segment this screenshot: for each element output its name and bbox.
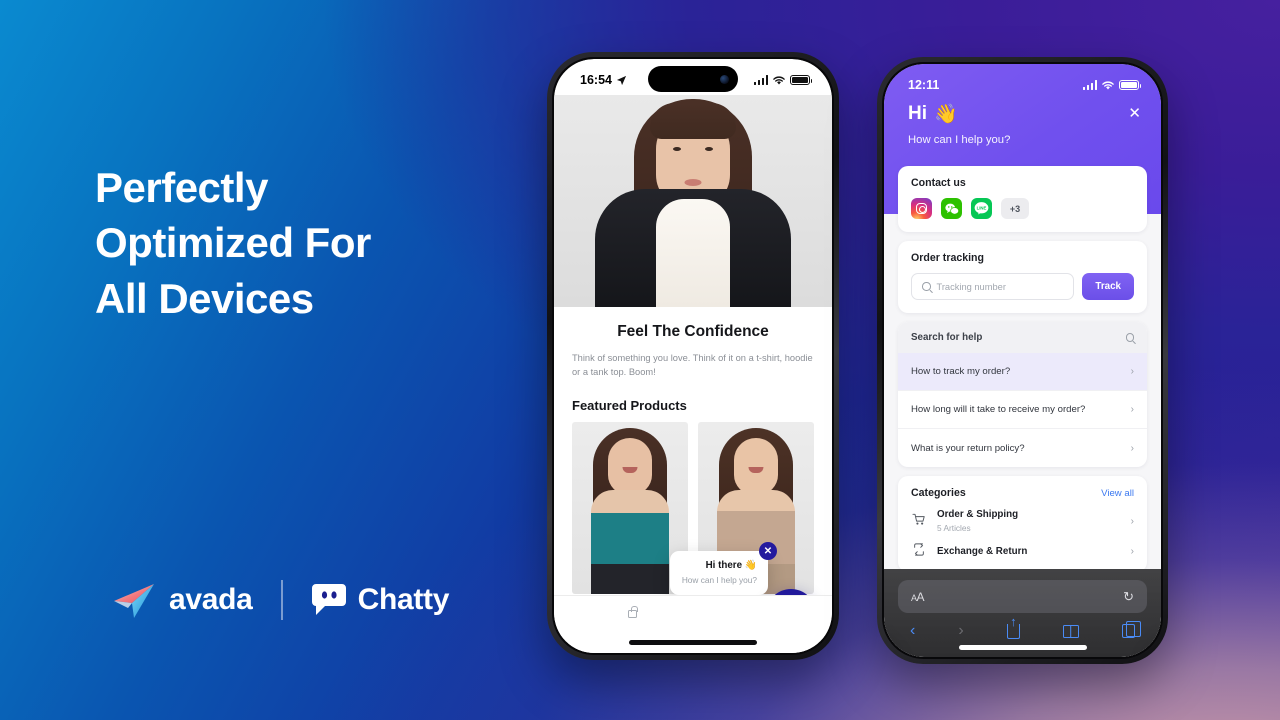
cellular-bars-icon xyxy=(753,75,768,85)
chevron-right-icon: › xyxy=(1130,515,1134,527)
tracking-number-placeholder: Tracking number xyxy=(936,281,1006,292)
logo-divider xyxy=(280,580,283,620)
front-camera-icon xyxy=(720,74,729,84)
home-indicator xyxy=(958,645,1087,650)
search-for-help-placeholder: Search for help xyxy=(911,332,983,343)
faq-item[interactable]: How long will it take to receive my orde… xyxy=(898,391,1147,429)
phone2-screen: 12:11 Hi 👋 How can I help you? ✕ Contact… xyxy=(884,64,1161,657)
contact-us-card: Contact us LINE +3 xyxy=(898,166,1147,232)
close-icon[interactable]: ✕ xyxy=(1128,104,1141,122)
share-icon[interactable] xyxy=(1006,623,1020,639)
categories-card: Categories View all Order & Shipping 5 A… xyxy=(898,476,1147,572)
safari-address-bar[interactable]: AAAA ↻ xyxy=(898,580,1147,613)
hero-copy: Perfectly Optimized For All Devices xyxy=(95,160,525,326)
product-title: Feel The Confidence xyxy=(617,323,769,340)
tracking-number-input[interactable]: Tracking number xyxy=(911,273,1075,300)
product-description: Think of something you love. Think of it… xyxy=(572,353,813,378)
widget-subtitle: How can I help you? xyxy=(908,134,1011,146)
forward-button: › xyxy=(958,622,964,639)
tabs-icon[interactable] xyxy=(1121,621,1141,638)
category-item[interactable]: Exchange & Return › xyxy=(911,543,1134,559)
avada-logo: avada xyxy=(108,581,253,619)
home-indicator xyxy=(629,640,757,645)
chevron-right-icon: › xyxy=(1130,545,1134,557)
avada-mark-icon xyxy=(114,584,154,618)
cellular-bars-icon xyxy=(1082,80,1097,90)
phone1-status-bar: 16:54 xyxy=(554,59,832,95)
page-title: Perfectly Optimized For All Devices xyxy=(95,164,371,322)
widget-header: Hi 👋 How can I help you? ✕ xyxy=(884,98,1161,146)
battery-icon xyxy=(1119,79,1142,91)
categories-heading: Categories xyxy=(911,487,966,499)
close-icon[interactable]: ✕ xyxy=(759,542,777,560)
category-title: Order & Shipping xyxy=(937,509,1019,520)
battery-icon xyxy=(790,74,813,86)
safari-toolbar: AAAA ↻ ‹ › xyxy=(884,569,1161,657)
order-tracking-card: Order tracking Tracking number Track xyxy=(898,241,1147,313)
chat-bubble-subtitle: How can I help you? xyxy=(681,575,757,585)
line-icon[interactable]: LINE xyxy=(971,198,992,219)
search-icon xyxy=(1125,333,1134,342)
more-channels-badge[interactable]: +3 xyxy=(1001,198,1029,219)
phone-mockup-chat-widget: 12:11 Hi 👋 How can I help you? ✕ Contact… xyxy=(877,57,1168,664)
order-tracking-heading: Order tracking xyxy=(911,252,985,264)
wave-emoji-icon: 👋 xyxy=(934,104,958,125)
status-time: 12:11 xyxy=(908,78,940,92)
view-all-link[interactable]: View all xyxy=(1101,488,1134,499)
search-icon xyxy=(922,282,931,291)
search-for-help-input[interactable]: Search for help xyxy=(898,322,1147,353)
svg-text:LINE: LINE xyxy=(977,206,987,211)
phone2-status-bar: 12:11 xyxy=(884,64,1161,98)
category-subtitle: 5 Articles xyxy=(937,523,971,533)
shopping-cart-icon xyxy=(911,513,926,529)
location-arrow-icon xyxy=(616,75,627,85)
wifi-icon xyxy=(773,76,785,84)
chat-bubble-icon xyxy=(311,584,346,615)
contact-channels: LINE +3 xyxy=(911,198,1134,219)
wifi-icon xyxy=(1102,81,1114,89)
status-time: 16:54 xyxy=(580,73,612,87)
faq-item[interactable]: What is your return policy? › xyxy=(898,429,1147,467)
chat-greeting-bubble[interactable]: Hi there 👋 How can I help you? ✕ xyxy=(670,542,777,595)
phone-mockup-storefront: 16:54 Feel The Confidence Think of somet… xyxy=(547,52,839,660)
brand-logos: avada Chatty xyxy=(108,580,449,620)
chevron-right-icon: › xyxy=(1130,366,1134,377)
contact-us-heading: Contact us xyxy=(911,177,966,189)
chevron-right-icon: › xyxy=(1130,404,1134,415)
phone1-screen: 16:54 Feel The Confidence Think of somet… xyxy=(554,59,832,653)
faq-label: How long will it take to receive my orde… xyxy=(911,404,1086,415)
track-button[interactable]: Track xyxy=(1082,273,1134,300)
chatty-wordmark: Chatty xyxy=(357,583,450,616)
text-size-button[interactable]: AAAA xyxy=(911,590,925,604)
instagram-icon[interactable] xyxy=(911,198,932,219)
avada-wordmark: avada xyxy=(169,583,253,616)
reload-icon[interactable]: ↻ xyxy=(1123,589,1134,605)
exchange-arrows-icon xyxy=(911,543,926,559)
featured-products-heading: Featured Products xyxy=(572,397,687,413)
wave-emoji-icon: 👋 xyxy=(744,560,757,571)
category-title: Exchange & Return xyxy=(937,545,1028,557)
bookmarks-icon[interactable] xyxy=(1062,624,1079,638)
lock-icon xyxy=(628,606,638,618)
widget-greeting: Hi xyxy=(908,103,927,124)
chat-bubble-title: Hi there 👋 xyxy=(705,560,757,571)
faq-label: How to track my order? xyxy=(911,366,1011,377)
wechat-icon[interactable] xyxy=(941,198,962,219)
category-item[interactable]: Order & Shipping 5 Articles › xyxy=(911,509,1134,533)
faq-label: What is your return policy? xyxy=(911,442,1025,454)
back-button[interactable]: ‹ xyxy=(910,622,915,640)
chatty-logo: Chatty xyxy=(311,583,450,617)
dynamic-island xyxy=(648,66,738,92)
phone1-browser-footer xyxy=(554,595,832,653)
help-card: Search for help How to track my order? ›… xyxy=(898,322,1147,467)
faq-item[interactable]: How to track my order? › xyxy=(898,353,1147,391)
chevron-right-icon: › xyxy=(1130,442,1134,454)
hero-product-image xyxy=(554,95,832,307)
